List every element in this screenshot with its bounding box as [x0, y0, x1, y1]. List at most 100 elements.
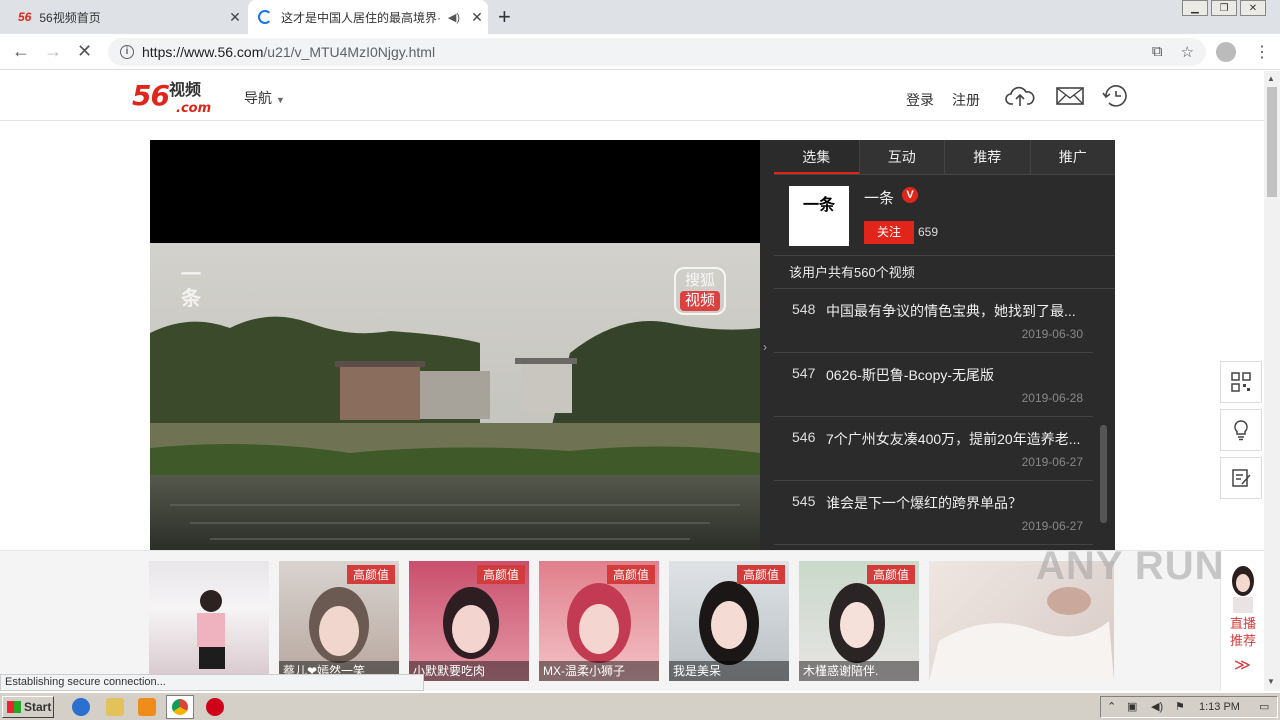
double-chevron-right-icon[interactable]: ≫: [1234, 655, 1251, 675]
tab-episodes[interactable]: 选集: [774, 140, 859, 174]
logo-number: 56: [132, 79, 170, 112]
site-header: 56视频 .com 导航 ▼ 登录 注册: [0, 71, 1264, 121]
sohu-logo-bottom: 视频: [680, 291, 720, 311]
upload-cloud-icon[interactable]: [1005, 83, 1035, 109]
folder-icon[interactable]: [106, 698, 124, 716]
follow-button[interactable]: 关注: [864, 221, 914, 244]
minimize-icon[interactable]: ▁: [1182, 0, 1208, 16]
back-arrow-icon[interactable]: ←: [12, 41, 30, 62]
rec-thumb[interactable]: 高颜值 小默默要吃肉: [409, 561, 529, 681]
side-list-scrollbar[interactable]: [1100, 425, 1107, 523]
panel-collapse-handle[interactable]: ›: [760, 140, 774, 550]
restore-icon[interactable]: ❐: [1211, 0, 1237, 16]
tab-promote[interactable]: 推广: [1029, 140, 1115, 174]
anyrun-watermark: ANY RUN: [1036, 544, 1225, 588]
logo-domain: .com: [176, 101, 212, 116]
rec-thumb[interactable]: 高颜值 蔡儿❤嫣然一笑: [279, 561, 399, 681]
system-tray: ⌃ ▣ ◀) ⚑ 1:13 PM ▭: [1100, 696, 1278, 718]
translate-icon[interactable]: ⧉: [1152, 43, 1163, 61]
loading-spinner-icon: [258, 10, 272, 24]
56-favicon-icon: 56: [18, 10, 32, 24]
side-panel: 选集 互动 推荐 推广 一条 一条 V 关注 659 该用户共有560个视频 5…: [774, 140, 1115, 550]
rec-thumb[interactable]: 高颜值 木槿惑谢陪伴.: [799, 561, 919, 681]
video-total-count: 该用户共有560个视频: [774, 256, 1115, 289]
tab-close-icon[interactable]: ✕: [466, 9, 488, 26]
new-tab-button[interactable]: +: [498, 6, 511, 28]
tab-close-icon[interactable]: ✕: [224, 9, 246, 26]
video-title: 中国最有争议的情色宝典，她找到了最...: [826, 303, 1076, 319]
browser-menu-icon[interactable]: ⋮: [1254, 42, 1270, 62]
high-looks-badge: 高颜值: [866, 565, 915, 584]
chevron-right-icon: ›: [763, 340, 767, 354]
rec-thumb[interactable]: [149, 561, 269, 681]
sohu-video-logo: 搜狐 视频: [674, 267, 726, 315]
rec-thumb[interactable]: 高颜值 MX-温柔小狮子: [539, 561, 659, 681]
mail-icon[interactable]: [1055, 83, 1085, 109]
author-name[interactable]: 一条: [864, 187, 894, 208]
bookmark-star-icon[interactable]: ☆: [1181, 43, 1194, 61]
live-recommend-toggle[interactable]: 直播推荐 ≫: [1220, 551, 1264, 691]
list-item[interactable]: 545 谁会是下一个爆红的跨界单品？ 2019-06-27: [774, 481, 1093, 545]
scroll-up-icon[interactable]: ▲: [1267, 74, 1275, 83]
video-player[interactable]: 一条 搜狐 视频: [150, 140, 760, 550]
profile-avatar-icon[interactable]: [1216, 42, 1236, 62]
edit-note-icon: [1232, 469, 1251, 487]
rec-name: 木槿惑谢陪伴.: [799, 661, 919, 681]
video-number: 547: [792, 365, 816, 381]
network-icon[interactable]: ▣: [1127, 700, 1137, 713]
site-info-icon[interactable]: i: [120, 45, 134, 59]
media-player-icon[interactable]: [138, 698, 156, 716]
tab-interact[interactable]: 互动: [858, 140, 944, 174]
nav-dropdown[interactable]: 导航 ▼: [244, 88, 285, 108]
scroll-down-icon[interactable]: ▼: [1267, 677, 1275, 686]
tab-current-video[interactable]: 这才是中国人居住的最高境界·中 ◀) ✕: [248, 0, 488, 34]
rec-thumb[interactable]: 高颜值 我是美呆: [669, 561, 789, 681]
login-link[interactable]: 登录: [906, 90, 934, 110]
list-item[interactable]: 548 中国最有争议的情色宝典，她找到了最... 2019-06-30: [774, 289, 1093, 353]
list-item[interactable]: 547 0626-斯巴鲁-Bcopy-无尾版 2019-06-28: [774, 353, 1093, 417]
high-looks-badge: 高颜值: [346, 565, 395, 584]
tray-expand-icon[interactable]: ⌃: [1107, 700, 1116, 713]
show-desktop-icon[interactable]: ▭: [1259, 700, 1269, 713]
lightbulb-icon: [1234, 420, 1248, 441]
speaker-icon[interactable]: ◀): [448, 11, 460, 24]
qr-code-button[interactable]: [1220, 361, 1262, 403]
high-looks-badge: 高颜值: [476, 565, 525, 584]
clock-time: 1:13 PM: [1199, 701, 1240, 713]
ie-icon[interactable]: [72, 698, 90, 716]
page-scrollbar[interactable]: ▲ ▼: [1264, 71, 1280, 691]
feedback-button[interactable]: [1220, 457, 1262, 499]
history-icon[interactable]: [1101, 83, 1131, 109]
url-bar[interactable]: i https://www.56.com/u21/v_MTU4MzI0Njgy.…: [108, 38, 1206, 66]
tab-recommend[interactable]: 推荐: [944, 140, 1030, 174]
volume-icon[interactable]: ◀): [1151, 700, 1163, 713]
nav-label: 导航: [244, 90, 272, 106]
follower-count: 659: [918, 225, 939, 239]
register-link[interactable]: 注册: [952, 90, 980, 110]
tab-56-home[interactable]: 56 56视频首页 ✕: [8, 0, 246, 34]
live-recommend-label: 直播推荐: [1230, 616, 1257, 648]
logo-text: 视频: [168, 80, 201, 99]
opera-icon[interactable]: [206, 698, 224, 716]
forward-arrow-icon[interactable]: →: [44, 41, 62, 62]
sohu-logo-top: 搜狐: [684, 272, 715, 289]
author-card: 一条 一条 V 关注 659: [774, 175, 1115, 256]
tips-button[interactable]: [1220, 409, 1262, 451]
video-number: 546: [792, 429, 816, 445]
url-path: /u21/v_MTU4MzI0Njgy.html: [263, 44, 436, 60]
verified-badge-icon: V: [902, 187, 918, 203]
side-tabs: 选集 互动 推荐 推广: [774, 140, 1115, 175]
qr-code-icon: [1231, 372, 1251, 392]
56-logo[interactable]: 56视频 .com: [132, 79, 211, 116]
author-avatar[interactable]: 一条: [789, 186, 849, 246]
video-date: 2019-06-28: [1021, 391, 1083, 405]
url-host: https://www.56.com: [142, 44, 264, 60]
windows-taskbar: Start ⌃ ▣ ◀) ⚑ 1:13 PM ▭: [0, 692, 1280, 720]
flag-notify-icon[interactable]: ⚑: [1175, 700, 1185, 713]
list-item[interactable]: 546 7个广州女友凑400万，提前20年造养老... 2019-06-27: [774, 417, 1093, 481]
stop-loading-icon[interactable]: ✕: [77, 41, 92, 62]
close-window-icon[interactable]: ✕: [1240, 0, 1266, 16]
scrollbar-thumb[interactable]: [1267, 87, 1277, 197]
browser-tab-strip: 56 56视频首页 ✕ 这才是中国人居住的最高境界·中 ◀) ✕ + ▁ ❐ ✕: [0, 0, 1280, 34]
start-button[interactable]: Start: [2, 696, 54, 718]
